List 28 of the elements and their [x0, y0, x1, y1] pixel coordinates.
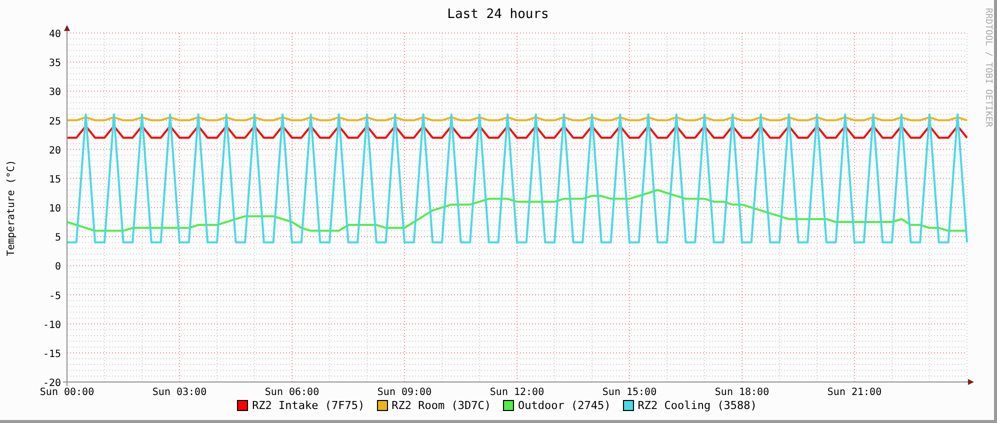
legend-label: RZ2 Cooling (3588)	[638, 399, 757, 412]
x-tick-label: Sun 06:00	[264, 387, 320, 396]
x-tick-label: Sun 21:00	[827, 387, 882, 396]
y-tick-label: 0	[54, 262, 61, 273]
y-tick-label: -20	[42, 378, 61, 389]
legend-label: RZ2 Intake (7F75)	[252, 399, 365, 412]
y-tick-label: 40	[48, 29, 61, 40]
y-tick-label: 30	[48, 87, 61, 98]
y-tick-label: 10	[48, 204, 61, 214]
y-tick-label: 15	[48, 174, 61, 186]
x-tick-label: Sun 18:00	[714, 387, 770, 396]
y-tick-label: -10	[42, 320, 61, 331]
x-tick-label: Sun 12:00	[490, 387, 544, 396]
y-tick-label: 35	[48, 58, 61, 70]
legend-label: RZ2 Room (3D7C)	[392, 399, 491, 412]
y-tick-label: 5	[54, 232, 61, 244]
y-tick-label: -5	[48, 290, 61, 302]
credit-text: RRDTOOL / TOBI OETIKER	[983, 8, 993, 128]
y-tick-label: 25	[48, 116, 61, 128]
x-tick-label: Sun 09:00	[377, 387, 432, 396]
axis-label: Temperature (°C)	[6, 160, 17, 256]
chart-title: Last 24 hours	[447, 7, 549, 22]
x-tick-label: Sun 03:00	[152, 387, 207, 396]
x-tick-label: Sun 00:00	[40, 387, 94, 396]
y-tick-label: -15	[42, 348, 61, 360]
y-tick-label: 20	[48, 145, 61, 156]
legend-label: Outdoor (2745)	[518, 399, 611, 412]
x-tick-label: Sun 15:00	[602, 387, 657, 396]
